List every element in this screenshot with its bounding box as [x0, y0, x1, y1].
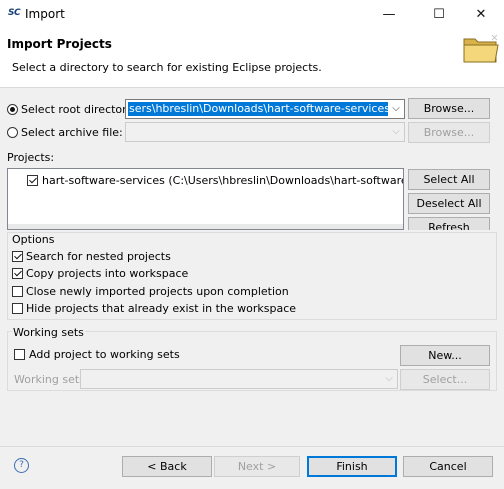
hide-existing-checkbox[interactable] [12, 303, 23, 314]
close-imported-label[interactable]: Close newly imported projects upon compl… [26, 285, 289, 298]
finish-label: Finish [336, 460, 368, 473]
page-title: Import Projects [7, 37, 112, 51]
add-to-working-sets-checkbox[interactable] [14, 349, 25, 360]
root-directory-combo[interactable]: sers\hbreslin\Downloads\hart-software-se… [125, 99, 405, 119]
page-description: Select a directory to search for existin… [12, 61, 322, 74]
minimize-button[interactable]: — [366, 0, 412, 30]
next-button[interactable]: Next > [214, 456, 300, 477]
copy-projects-label[interactable]: Copy projects into workspace [26, 267, 188, 280]
refresh-button-clip: Refresh [408, 217, 490, 230]
chevron-down-icon[interactable]: ⌵ [388, 100, 404, 118]
project-item-label[interactable]: hart-software-services (C:\Users\hbresli… [42, 174, 403, 187]
root-directory-value: sers\hbreslin\Downloads\hart-software-se… [128, 102, 404, 116]
folder-icon [463, 34, 499, 63]
search-nested-label[interactable]: Search for nested projects [26, 250, 171, 263]
search-nested-checkbox[interactable] [12, 251, 23, 262]
back-label: < Back [147, 460, 187, 473]
maximize-button[interactable]: ☐ [416, 0, 462, 30]
cancel-button[interactable]: Cancel [403, 456, 493, 477]
cancel-label: Cancel [429, 460, 467, 473]
select-all-label: Select All [423, 173, 475, 186]
project-checkbox[interactable] [27, 175, 38, 186]
refresh-label: Refresh [428, 221, 470, 230]
projects-label: Projects: [7, 151, 55, 164]
working-sets-combo[interactable]: ⌵ [80, 369, 398, 389]
horizontal-scrollbar[interactable] [8, 224, 403, 229]
close-button[interactable]: ✕ [458, 0, 504, 30]
select-all-button[interactable]: Select All [408, 169, 490, 190]
archive-file-combo[interactable]: ⌵ [125, 122, 405, 142]
next-label: Next > [237, 460, 277, 473]
copy-projects-checkbox[interactable] [12, 268, 23, 279]
root-directory-label: Select root directory: [21, 103, 137, 116]
window-title: Import [25, 7, 65, 21]
root-directory-radio[interactable] [7, 104, 18, 115]
chevron-down-icon[interactable]: ⌵ [381, 370, 397, 388]
options-label: Options [12, 233, 55, 246]
new-working-set-label: New... [428, 349, 462, 362]
app-icon: SC [8, 8, 21, 18]
add-to-working-sets-label[interactable]: Add project to working sets [29, 348, 180, 361]
refresh-button[interactable]: Refresh [408, 217, 490, 230]
footer-separator [0, 446, 504, 447]
select-working-set-button[interactable]: Select... [400, 369, 490, 390]
archive-file-radio[interactable] [7, 127, 18, 138]
browse-directory-button[interactable]: Browse... [408, 98, 490, 119]
archive-file-label: Select archive file: [21, 126, 123, 139]
deselect-all-button[interactable]: Deselect All [408, 193, 490, 214]
browse-archive-label: Browse... [423, 126, 475, 139]
finish-button[interactable]: Finish [307, 456, 397, 477]
browse-directory-label: Browse... [423, 102, 475, 115]
deselect-all-label: Deselect All [416, 197, 482, 210]
hide-existing-label[interactable]: Hide projects that already exist in the … [26, 302, 296, 315]
chevron-down-icon[interactable]: ⌵ [388, 123, 404, 141]
new-working-set-button[interactable]: New... [400, 345, 490, 366]
working-sets-field-label: Working sets [14, 373, 85, 386]
help-icon[interactable]: ? [14, 458, 29, 473]
browse-archive-button[interactable]: Browse... [408, 122, 490, 143]
projects-list[interactable]: hart-software-services (C:\Users\hbresli… [7, 168, 404, 230]
back-button[interactable]: < Back [122, 456, 212, 477]
close-imported-checkbox[interactable] [12, 286, 23, 297]
working-sets-label: Working sets [12, 326, 85, 339]
select-working-set-label: Select... [422, 373, 468, 386]
